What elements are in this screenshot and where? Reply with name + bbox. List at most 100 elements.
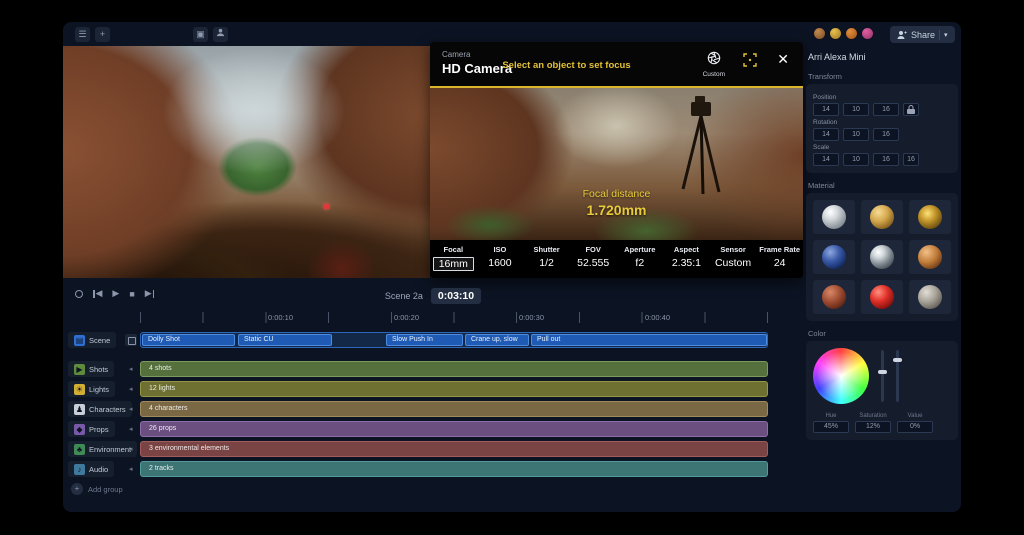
avatar[interactable] <box>813 27 826 40</box>
param-value: Custom <box>710 257 757 269</box>
track-label-audio[interactable]: ♪ Audio <box>68 461 114 477</box>
chevron-down-icon[interactable]: ▾ <box>944 31 948 39</box>
collapse-icon[interactable]: ◂ <box>129 405 133 413</box>
person-plus-icon <box>897 30 907 40</box>
track-row-shots: ▶ Shots ◂ 4 shots <box>63 361 803 378</box>
add-group-row: + Add group <box>63 483 803 500</box>
collapse-icon[interactable]: ◂ <box>129 445 133 453</box>
material-swatch[interactable] <box>861 200 903 234</box>
track-name: Environment <box>89 445 131 454</box>
material-swatch[interactable] <box>909 200 951 234</box>
material-swatch[interactable] <box>909 240 951 274</box>
close-icon[interactable]: ✕ <box>777 51 789 68</box>
clip[interactable]: Static CU <box>238 334 332 346</box>
frame-tool-icon[interactable]: ▣ <box>193 27 208 42</box>
color-field-value[interactable]: 0% <box>897 421 933 433</box>
param-fov[interactable]: FOV 52.555 <box>570 240 617 278</box>
ruler-label: 0:00:10 <box>268 313 293 322</box>
characters-summary-bar[interactable]: 4 characters <box>140 401 768 417</box>
lights-summary-bar[interactable]: 12 lights <box>140 381 768 397</box>
add-group-button[interactable]: + Add group <box>71 483 123 495</box>
material-swatch[interactable] <box>813 280 855 314</box>
color-wheel[interactable] <box>813 348 869 404</box>
character-tool-icon[interactable] <box>213 27 228 42</box>
ruler-label: 0:00:40 <box>645 313 670 322</box>
track-label-lights[interactable]: ☀ Lights <box>68 381 115 397</box>
material-swatch[interactable] <box>909 280 951 314</box>
track-label-environment[interactable]: ♣ Environment <box>68 441 137 457</box>
color-slider-2[interactable] <box>896 350 899 402</box>
focus-target-button[interactable] <box>743 53 757 72</box>
clip[interactable]: Slow Push In <box>386 334 463 346</box>
scale-uniform-field[interactable] <box>903 153 919 166</box>
param-value: f2 <box>617 257 664 269</box>
focus-hint: Select an object to set focus <box>430 60 703 71</box>
timeline-header: Scene 2a0:03:10 <box>63 286 803 304</box>
clip[interactable]: Crane up, slow <box>465 334 529 346</box>
avatar[interactable] <box>861 27 874 40</box>
custom-aperture-button[interactable]: Custom <box>703 51 725 78</box>
clip[interactable]: Dolly Shot <box>142 334 235 346</box>
material-swatch[interactable] <box>813 200 855 234</box>
track-row-scene: ▤ Scene Dolly Shot Static CU Slow Push I… <box>63 332 803 349</box>
audio-summary-bar[interactable]: 2 tracks <box>140 461 768 477</box>
param-label: Frame Rate <box>756 245 803 254</box>
position-y-field[interactable] <box>843 103 869 116</box>
scene-viewport[interactable] <box>63 46 430 278</box>
collapse-icon[interactable]: ◂ <box>129 425 133 433</box>
param-iso[interactable]: ISO 1600 <box>477 240 524 278</box>
focal-distance-label: Focal distance <box>430 188 803 200</box>
param-value: 1600 <box>477 257 524 269</box>
scene-clip-lane[interactable]: Dolly Shot Static CU Slow Push In Crane … <box>140 332 768 348</box>
collaborator-avatars <box>813 27 874 40</box>
menu-icon[interactable]: ☰ <box>75 27 90 42</box>
camera-kicker: Camera <box>442 50 470 59</box>
collapse-icon[interactable]: ◂ <box>129 465 133 473</box>
scale-y-field[interactable] <box>843 153 869 166</box>
rotation-z-field[interactable] <box>873 128 899 141</box>
avatar[interactable] <box>829 27 842 40</box>
props-icon: ◆ <box>74 424 85 435</box>
track-label-props[interactable]: ◆ Props <box>68 421 115 437</box>
material-swatch[interactable] <box>861 240 903 274</box>
track-label-characters[interactable]: ♟ Characters <box>68 401 132 417</box>
param-frame-rate[interactable]: Frame Rate 24 <box>756 240 803 278</box>
param-sensor[interactable]: Sensor Custom <box>710 240 757 278</box>
avatar[interactable] <box>845 27 858 40</box>
track-label-scene[interactable]: ▤ Scene <box>68 332 116 348</box>
color-field-value[interactable]: 45% <box>813 421 849 433</box>
camera-preview[interactable]: Focal distance 1.720mm <box>430 88 803 240</box>
clip[interactable]: Pull out <box>531 334 767 346</box>
position-x-field[interactable] <box>813 103 839 116</box>
shots-summary-bar[interactable]: 4 shots <box>140 361 768 377</box>
app-window: ☰ + ▣ Share ▾ Camera HD Camera Select an… <box>63 22 961 512</box>
slider-handle[interactable] <box>878 370 887 374</box>
material-swatch[interactable] <box>861 280 903 314</box>
scale-z-field[interactable] <box>873 153 899 166</box>
scale-x-field[interactable] <box>813 153 839 166</box>
track-label-shots[interactable]: ▶ Shots <box>68 361 114 377</box>
scene-track-menu-button[interactable] <box>125 334 137 346</box>
props-summary-bar[interactable]: 26 props <box>140 421 768 437</box>
color-slider-1[interactable] <box>881 350 884 402</box>
collapse-icon[interactable]: ◂ <box>129 365 133 373</box>
position-z-field[interactable] <box>873 103 899 116</box>
timeline-ruler[interactable]: 0:00:10 0:00:20 0:00:30 0:00:40 <box>140 312 768 323</box>
param-aspect[interactable]: Aspect 2.35:1 <box>663 240 710 278</box>
environment-summary-bar[interactable]: 3 environmental elements <box>140 441 768 457</box>
collapse-icon[interactable]: ◂ <box>129 385 133 393</box>
aperture-icon <box>707 51 721 65</box>
param-focal[interactable]: Focal 16mm <box>430 240 477 278</box>
add-icon[interactable]: + <box>95 27 110 42</box>
selection-gizmo[interactable] <box>324 204 329 209</box>
param-aperture[interactable]: Aperture f2 <box>617 240 664 278</box>
rotation-x-field[interactable] <box>813 128 839 141</box>
color-field-value[interactable]: 12% <box>855 421 891 433</box>
param-shutter[interactable]: Shutter 1/2 <box>523 240 570 278</box>
param-label: Aperture <box>617 245 664 254</box>
material-swatch[interactable] <box>813 240 855 274</box>
lock-toggle[interactable] <box>903 103 919 116</box>
slider-handle[interactable] <box>893 358 902 362</box>
rotation-y-field[interactable] <box>843 128 869 141</box>
share-button[interactable]: Share ▾ <box>890 26 955 43</box>
